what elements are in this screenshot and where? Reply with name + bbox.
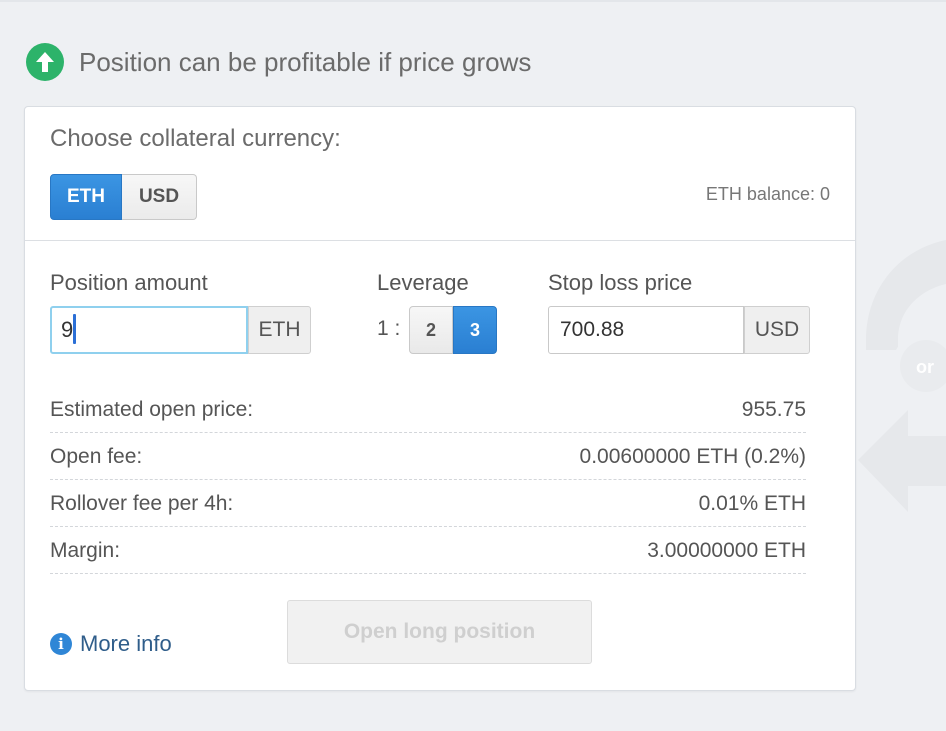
summary-row-rollover-fee: Rollover fee per 4h: 0.01% ETH	[50, 481, 806, 527]
leverage-2-button[interactable]: 2	[409, 306, 453, 354]
position-summary: Estimated open price: 955.75 Open fee: 0…	[50, 387, 806, 574]
summary-label: Margin:	[50, 538, 121, 562]
more-info-link[interactable]: i More info	[50, 631, 172, 657]
summary-label: Open fee:	[50, 444, 143, 468]
open-long-position-button[interactable]: Open long position	[287, 600, 592, 664]
summary-value: 0.01% ETH	[698, 491, 806, 515]
info-icon: i	[50, 633, 72, 655]
arrow-up-icon	[26, 43, 64, 81]
stop-loss-input[interactable]	[548, 306, 744, 354]
summary-label: Rollover fee per 4h:	[50, 491, 234, 515]
stop-loss-label: Stop loss price	[548, 270, 693, 295]
top-divider	[0, 0, 946, 2]
summary-row-open-fee: Open fee: 0.00600000 ETH (0.2%)	[50, 434, 806, 480]
summary-value: 3.00000000 ETH	[647, 538, 806, 562]
summary-row-margin: Margin: 3.00000000 ETH	[50, 528, 806, 574]
text-cursor	[73, 314, 76, 344]
stop-loss-unit: USD	[744, 306, 810, 354]
collateral-section: Choose collateral currency: ETH USD ETH …	[25, 107, 855, 241]
leverage-3-button[interactable]: 3	[453, 306, 497, 354]
header-text: Position can be profitable if price grow…	[79, 46, 532, 77]
summary-row-open-price: Estimated open price: 955.75	[50, 387, 806, 433]
position-amount-input[interactable]	[50, 306, 248, 354]
position-form-card: Choose collateral currency: ETH USD ETH …	[24, 106, 856, 691]
leverage-prefix: 1 :	[377, 317, 401, 340]
position-amount-label: Position amount	[50, 270, 208, 295]
leverage-selector: 2 3	[409, 306, 497, 354]
more-info-label: More info	[80, 631, 172, 656]
swap-direction-decoration: or	[858, 200, 946, 535]
collateral-usd-button[interactable]: USD	[122, 174, 197, 220]
leverage-label: Leverage	[377, 270, 469, 295]
summary-value: 0.00600000 ETH (0.2%)	[579, 444, 806, 468]
eth-balance: ETH balance: 0	[705, 184, 830, 204]
profit-direction-header: Position can be profitable if price grow…	[26, 42, 531, 82]
position-amount-unit: ETH	[248, 306, 311, 354]
collateral-eth-button[interactable]: ETH	[50, 174, 122, 220]
collateral-label: Choose collateral currency:	[50, 125, 341, 152]
or-label: or	[916, 357, 934, 377]
summary-label: Estimated open price:	[50, 397, 254, 421]
collateral-currency-toggle: ETH USD	[50, 174, 197, 220]
summary-value: 955.75	[741, 397, 806, 421]
